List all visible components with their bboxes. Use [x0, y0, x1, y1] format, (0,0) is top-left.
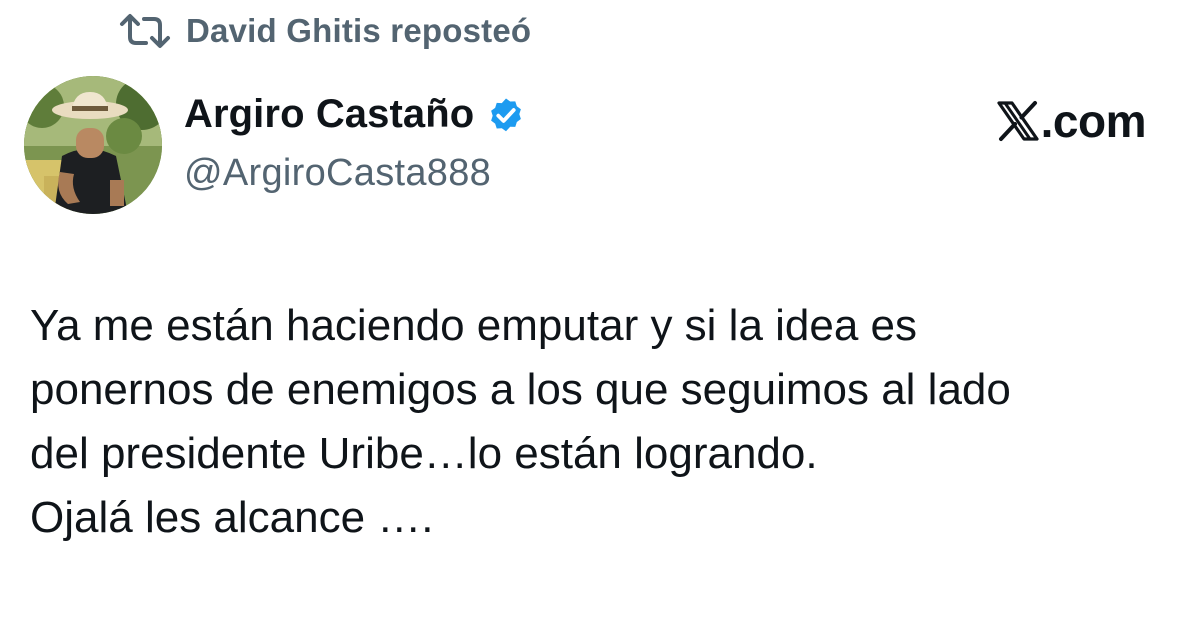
tweet-line: Ya me están haciendo emputar y si la ide…: [30, 301, 918, 350]
site-domain-text: .com: [1040, 95, 1147, 147]
tweet-line: Ojalá les alcance ….: [30, 493, 434, 542]
repost-icon: [118, 11, 172, 51]
tweet-text: Ya me están haciendo emputar y si la ide…: [30, 294, 1180, 550]
repost-context[interactable]: David Ghitis reposteó: [118, 8, 531, 54]
tweet-line: ponernos de enemigos a los que seguimos …: [30, 365, 1011, 414]
tweet-line: del presidente Uribe…lo están logrando.: [30, 429, 818, 478]
x-logo-icon: [995, 99, 1041, 143]
avatar[interactable]: [24, 76, 162, 214]
x-com-watermark: .com: [995, 94, 1147, 148]
verified-badge-icon: [484, 93, 528, 137]
author-handle[interactable]: @ArgiroCasta888: [184, 152, 491, 195]
repost-label: David Ghitis reposteó: [186, 12, 532, 49]
profile-photo: [24, 76, 162, 214]
author-name-row[interactable]: Argiro Castaño: [184, 92, 528, 137]
display-name[interactable]: Argiro Castaño: [184, 92, 474, 137]
